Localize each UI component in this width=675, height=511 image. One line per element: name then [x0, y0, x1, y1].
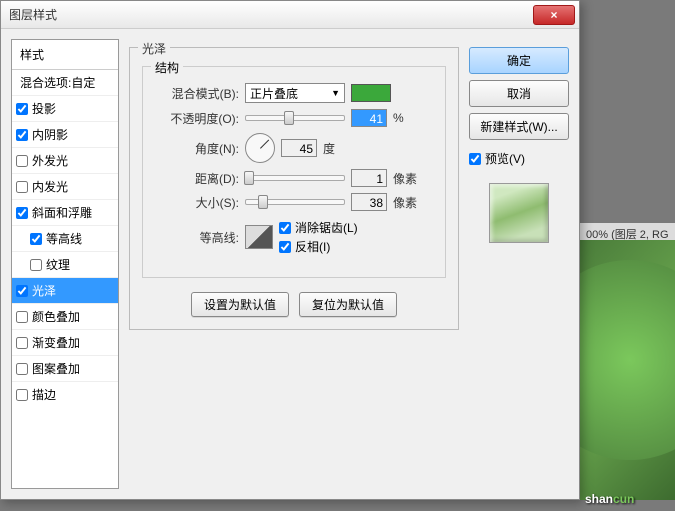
slider-thumb[interactable] [258, 195, 268, 209]
size-slider[interactable] [245, 199, 345, 205]
angle-label: 角度(N): [155, 140, 239, 157]
satin-checkbox[interactable] [16, 285, 28, 297]
bevel-checkbox[interactable] [16, 207, 28, 219]
structure-title: 结构 [151, 59, 183, 76]
blend-mode-label: 混合模式(B): [155, 85, 239, 102]
styles-header[interactable]: 样式 [12, 40, 118, 70]
canvas-image [580, 240, 675, 500]
titlebar[interactable]: 图层样式 × [1, 1, 579, 29]
texture-checkbox[interactable] [30, 259, 42, 271]
inner-shadow-item[interactable]: 内阴影 [12, 122, 118, 148]
invert-checkbox[interactable] [279, 241, 291, 253]
dialog-title: 图层样式 [5, 6, 533, 23]
antialias-label: 消除锯齿(L) [295, 219, 358, 236]
action-panel: 确定 取消 新建样式(W)... 预览(V) [469, 39, 569, 489]
watermark: shancun [585, 490, 634, 506]
inner-shadow-checkbox[interactable] [16, 129, 28, 141]
size-label: 大小(S): [155, 194, 239, 211]
contour-subitem[interactable]: 等高线 [12, 226, 118, 252]
color-swatch[interactable] [351, 84, 391, 102]
slider-thumb[interactable] [244, 171, 254, 185]
cancel-button[interactable]: 取消 [469, 80, 569, 107]
drop-shadow-checkbox[interactable] [16, 103, 28, 115]
drop-shadow-item[interactable]: 投影 [12, 96, 118, 122]
color-overlay-checkbox[interactable] [16, 311, 28, 323]
structure-fieldset: 结构 混合模式(B): 正片叠底 ▼ 不透明度(O): 41 % [142, 66, 446, 278]
outer-glow-checkbox[interactable] [16, 155, 28, 167]
blend-options-item[interactable]: 混合选项:自定 [12, 70, 118, 96]
preview-thumbnail [489, 183, 549, 243]
opacity-slider[interactable] [245, 115, 345, 121]
satin-item[interactable]: 光泽 [12, 278, 118, 304]
close-icon: × [550, 8, 557, 22]
preview-checkbox[interactable] [469, 153, 481, 165]
contour-checkbox[interactable] [30, 233, 42, 245]
blend-mode-dropdown[interactable]: 正片叠底 ▼ [245, 83, 345, 103]
px-unit: 像素 [393, 194, 417, 211]
invert-label: 反相(I) [295, 238, 330, 255]
distance-slider[interactable] [245, 175, 345, 181]
distance-input[interactable]: 1 [351, 169, 387, 187]
degree-unit: 度 [323, 140, 335, 157]
reset-default-button[interactable]: 复位为默认值 [299, 292, 397, 317]
styles-list-panel: 样式 混合选项:自定 投影 内阴影 外发光 内发光 斜面和浮雕 等高线 纹理 光… [11, 39, 119, 489]
satin-title: 光泽 [138, 40, 170, 57]
slider-thumb[interactable] [284, 111, 294, 125]
angle-input[interactable]: 45 [281, 139, 317, 157]
antialias-checkbox[interactable] [279, 222, 291, 234]
size-input[interactable]: 38 [351, 193, 387, 211]
satin-fieldset: 光泽 结构 混合模式(B): 正片叠底 ▼ 不透明度(O): [129, 47, 459, 330]
inner-glow-item[interactable]: 内发光 [12, 174, 118, 200]
gradient-overlay-item[interactable]: 渐变叠加 [12, 330, 118, 356]
pattern-overlay-item[interactable]: 图案叠加 [12, 356, 118, 382]
bevel-item[interactable]: 斜面和浮雕 [12, 200, 118, 226]
percent-unit: % [393, 111, 404, 125]
px-unit: 像素 [393, 170, 417, 187]
opacity-label: 不透明度(O): [155, 110, 239, 127]
close-button[interactable]: × [533, 5, 575, 25]
settings-panel: 光泽 结构 混合模式(B): 正片叠底 ▼ 不透明度(O): [129, 39, 459, 489]
angle-dial[interactable] [245, 133, 275, 163]
inner-glow-checkbox[interactable] [16, 181, 28, 193]
new-style-button[interactable]: 新建样式(W)... [469, 113, 569, 140]
chevron-down-icon: ▼ [331, 88, 340, 98]
distance-label: 距离(D): [155, 170, 239, 187]
pattern-overlay-checkbox[interactable] [16, 363, 28, 375]
stroke-item[interactable]: 描边 [12, 382, 118, 407]
contour-label: 等高线: [155, 229, 239, 246]
color-overlay-item[interactable]: 颜色叠加 [12, 304, 118, 330]
ok-button[interactable]: 确定 [469, 47, 569, 74]
make-default-button[interactable]: 设置为默认值 [191, 292, 289, 317]
gradient-overlay-checkbox[interactable] [16, 337, 28, 349]
texture-subitem[interactable]: 纹理 [12, 252, 118, 278]
stroke-checkbox[interactable] [16, 389, 28, 401]
contour-picker[interactable] [245, 225, 273, 249]
layer-style-dialog: 图层样式 × 样式 混合选项:自定 投影 内阴影 外发光 内发光 斜面和浮雕 等… [0, 0, 580, 500]
preview-label: 预览(V) [485, 150, 525, 167]
opacity-input[interactable]: 41 [351, 109, 387, 127]
outer-glow-item[interactable]: 外发光 [12, 148, 118, 174]
